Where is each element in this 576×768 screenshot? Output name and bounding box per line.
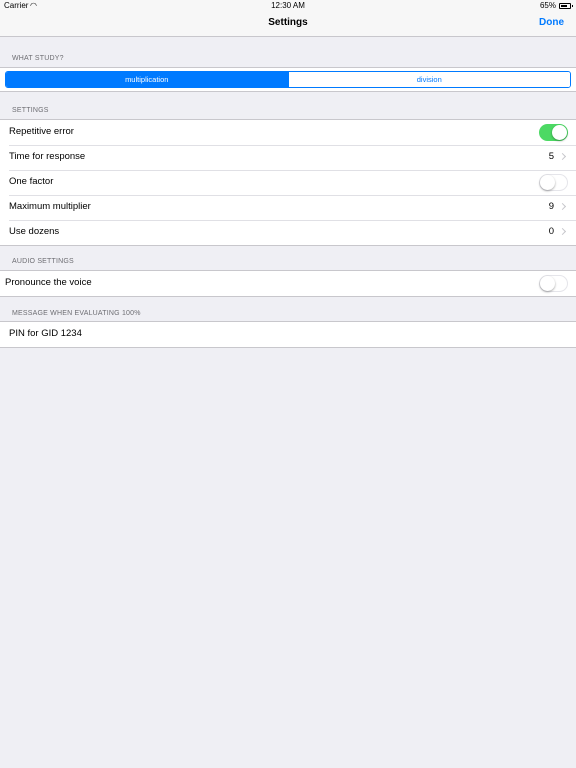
- done-button[interactable]: Done: [539, 17, 564, 28]
- maximum-multiplier-label: Maximum multiplier: [9, 201, 91, 212]
- chevron-right-icon: [558, 152, 567, 161]
- message-group: PIN for GID 1234: [0, 321, 576, 348]
- section-header-audio: AUDIO SETTINGS: [12, 258, 74, 265]
- row-maximum-multiplier[interactable]: Maximum multiplier 9: [0, 195, 576, 220]
- section-header-message: MESSAGE WHEN EVALUATING 100%: [12, 310, 141, 317]
- segment-division[interactable]: division: [287, 72, 570, 87]
- audio-group: Pronounce the voice: [0, 270, 576, 297]
- time-for-response-label: Time for response: [9, 151, 86, 162]
- row-use-dozens[interactable]: Use dozens 0: [0, 220, 576, 245]
- one-factor-toggle[interactable]: [539, 174, 568, 191]
- battery-percent: 65%: [539, 1, 556, 10]
- maximum-multiplier-value: 9: [548, 201, 554, 212]
- one-factor-label: One factor: [9, 176, 54, 187]
- row-time-for-response[interactable]: Time for response 5: [0, 145, 576, 170]
- section-header-study: WHAT STUDY?: [12, 55, 64, 62]
- pronounce-voice-toggle[interactable]: [539, 275, 568, 292]
- status-time: 12:30 AM: [271, 1, 305, 10]
- row-pronounce-voice: Pronounce the voice: [0, 271, 576, 296]
- study-segmented-control[interactable]: multiplication division: [5, 71, 571, 88]
- row-message[interactable]: PIN for GID 1234: [0, 322, 576, 347]
- use-dozens-value: 0: [548, 226, 554, 237]
- message-text: PIN for GID 1234: [9, 328, 82, 339]
- chevron-right-icon: [558, 227, 567, 236]
- row-repetitive-error: Repetitive error: [0, 120, 576, 145]
- status-bar: Carrier ◠ 12:30 AM 65%: [0, 0, 576, 12]
- time-for-response-value: 5: [548, 151, 554, 162]
- repetitive-error-label: Repetitive error: [9, 126, 74, 137]
- navigation-bar: Settings Done: [0, 12, 576, 37]
- use-dozens-label: Use dozens: [9, 226, 60, 237]
- repetitive-error-toggle[interactable]: [539, 124, 568, 141]
- segment-multiplication[interactable]: multiplication: [6, 72, 288, 87]
- section-header-settings: SETTINGS: [12, 107, 49, 114]
- row-one-factor: One factor: [0, 170, 576, 195]
- battery-icon: [559, 3, 573, 9]
- page-title: Settings: [268, 17, 308, 28]
- pronounce-voice-label: Pronounce the voice: [5, 277, 92, 288]
- chevron-right-icon: [558, 202, 567, 211]
- settings-group: Repetitive error Time for response 5 One…: [0, 119, 576, 246]
